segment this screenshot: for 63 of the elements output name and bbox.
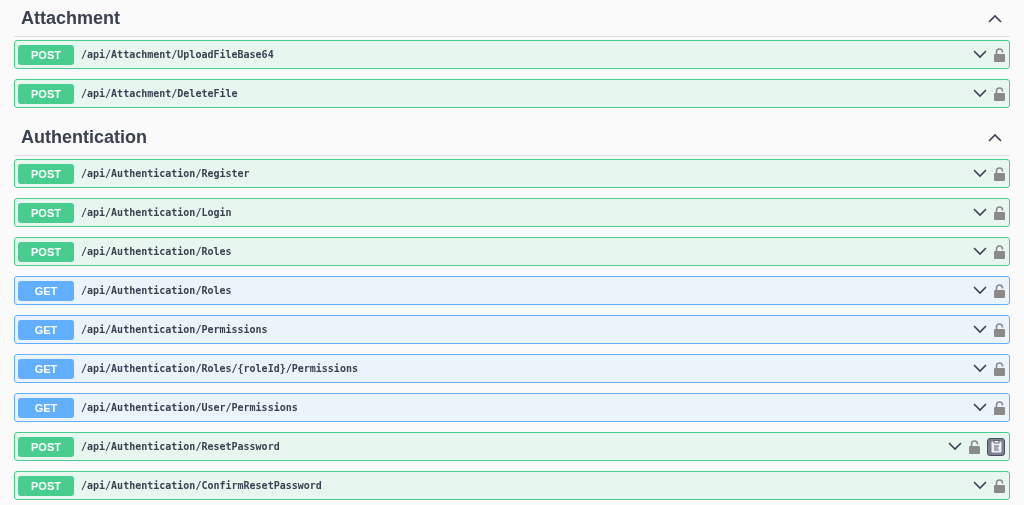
chevron-down-icon (973, 286, 987, 295)
endpoint-path: /api/Authentication/Login (81, 207, 233, 218)
clipboard-icon (990, 440, 1002, 453)
chevron-down-icon (973, 208, 987, 217)
method-badge: GET (18, 397, 74, 418)
endpoint-path: /api/Authentication/Permissions (81, 324, 269, 335)
endpoint-row[interactable]: POST /api/Authentication/Roles (14, 237, 1010, 266)
padlock-icon[interactable] (994, 322, 1005, 337)
section-title: Authentication (21, 126, 147, 148)
padlock-icon[interactable] (994, 244, 1005, 259)
endpoint-path: /api/Authentication/Roles (81, 246, 233, 257)
endpoint-path: /api/Authentication/ResetPassword (81, 441, 281, 452)
method-badge: POST (18, 436, 74, 457)
endpoint-row[interactable]: POST /api/Attachment/UploadFileBase64 (14, 40, 1010, 69)
chevron-down-icon (973, 50, 987, 59)
method-badge: GET (18, 319, 74, 340)
chevron-up-icon (988, 132, 1002, 142)
copy-button[interactable] (987, 437, 1005, 456)
section-header[interactable]: Attachment (14, 0, 1010, 37)
method-badge: POST (18, 475, 74, 496)
chevron-down-icon (973, 169, 987, 178)
endpoint-path: /api/Attachment/DeleteFile (81, 88, 239, 99)
method-badge: GET (18, 280, 74, 301)
chevron-down-icon (973, 481, 987, 490)
endpoint-row[interactable]: GET /api/Authentication/Roles (14, 276, 1010, 305)
padlock-icon[interactable] (994, 205, 1005, 220)
section-header[interactable]: Authentication (14, 119, 1010, 156)
section-title: Attachment (21, 7, 120, 29)
endpoint-row[interactable]: POST /api/Authentication/Register (14, 159, 1010, 188)
chevron-up-icon (988, 13, 1002, 23)
endpoint-row[interactable]: GET /api/Authentication/User/Permissions (14, 393, 1010, 422)
endpoint-row[interactable]: POST /api/Authentication/Login (14, 198, 1010, 227)
endpoint-path: /api/Authentication/Roles/{roleId}/Permissions (81, 363, 359, 374)
chevron-down-icon (973, 325, 987, 334)
endpoint-path: /api/Authentication/Register (81, 168, 251, 179)
padlock-icon[interactable] (994, 361, 1005, 376)
padlock-icon[interactable] (994, 478, 1005, 493)
method-badge: POST (18, 241, 74, 262)
padlock-icon[interactable] (994, 166, 1005, 181)
padlock-icon[interactable] (994, 47, 1005, 62)
padlock-icon[interactable] (994, 400, 1005, 415)
endpoint-path: /api/Attachment/UploadFileBase64 (81, 49, 275, 60)
padlock-icon[interactable] (994, 283, 1005, 298)
method-badge: POST (18, 83, 74, 104)
endpoint-row[interactable]: GET /api/Authentication/Roles/{roleId}/Permissions (14, 354, 1010, 383)
method-badge: GET (18, 358, 74, 379)
endpoint-row[interactable]: POST /api/Authentication/ResetPassword (14, 432, 1010, 461)
padlock-icon[interactable] (969, 439, 980, 454)
padlock-icon[interactable] (994, 86, 1005, 101)
chevron-down-icon (973, 364, 987, 373)
endpoint-row[interactable]: GET /api/Authentication/Permissions (14, 315, 1010, 344)
method-badge: POST (18, 44, 74, 65)
endpoint-path: /api/Authentication/Roles (81, 285, 233, 296)
endpoint-row[interactable]: POST /api/Attachment/DeleteFile (14, 79, 1010, 108)
chevron-down-icon (948, 442, 962, 451)
endpoint-row[interactable]: POST /api/Authentication/ConfirmResetPassword (14, 471, 1010, 500)
chevron-down-icon (973, 89, 987, 98)
chevron-down-icon (973, 247, 987, 256)
chevron-down-icon (973, 403, 987, 412)
method-badge: POST (18, 163, 74, 184)
method-badge: POST (18, 202, 74, 223)
endpoint-path: /api/Authentication/ConfirmResetPassword (81, 480, 323, 491)
endpoint-path: /api/Authentication/User/Permissions (81, 402, 299, 413)
